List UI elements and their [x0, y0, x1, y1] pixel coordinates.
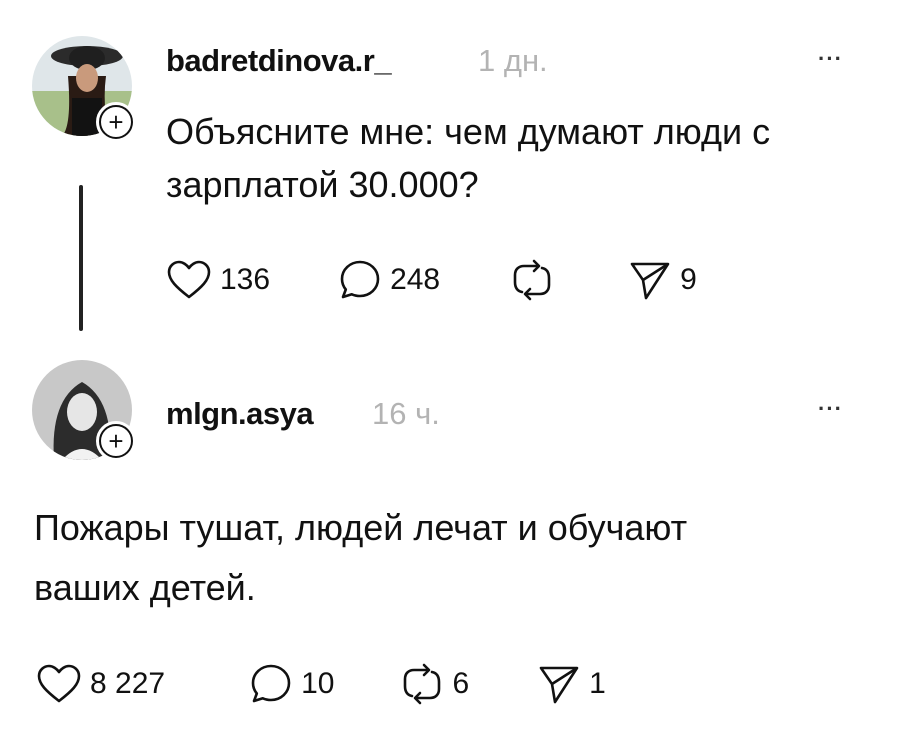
repost-button[interactable]: 6 [400, 662, 469, 706]
more-icon[interactable]: ··· [818, 46, 843, 72]
heart-icon [167, 260, 211, 299]
post-text-line-2: зарплатой 30.000? [166, 164, 479, 205]
heart-icon [37, 664, 81, 703]
post-1: + badretdinova.r_ 1 дн. ··· Объясните мн… [0, 0, 900, 340]
username[interactable]: badretdinova.r_ [166, 43, 392, 79]
username[interactable]: mlgn.asya [166, 396, 314, 432]
actions-bar: 8 227 10 6 1 [36, 662, 606, 706]
timestamp: 16 ч. [372, 396, 440, 431]
thread-line [79, 185, 83, 331]
comment-button[interactable]: 248 [338, 258, 440, 302]
share-count: 9 [680, 263, 697, 296]
post-2: + mlgn.asya 16 ч. ··· Пожары тушат, люде… [0, 340, 900, 734]
comment-button[interactable]: 10 [249, 662, 334, 706]
send-icon [539, 666, 579, 704]
comment-count: 10 [301, 667, 335, 700]
plus-icon: + [99, 105, 133, 139]
like-count: 8 227 [90, 667, 166, 700]
like-button[interactable]: 8 227 [36, 663, 165, 705]
comment-icon [251, 664, 291, 703]
timestamp: 1 дн. [478, 43, 548, 78]
comment-icon [340, 260, 380, 299]
like-button[interactable]: 136 [166, 259, 270, 301]
share-button[interactable]: 1 [537, 662, 606, 706]
post-text-line-2: ваших детей. [34, 567, 256, 608]
send-icon [630, 262, 670, 300]
follow-button[interactable]: + [96, 421, 136, 461]
post-text-line-1: Объясните мне: чем думают люди с [166, 111, 771, 152]
comment-count: 248 [390, 263, 441, 296]
like-count: 136 [220, 263, 271, 296]
repost-icon [513, 259, 551, 301]
share-button[interactable]: 9 [628, 258, 697, 302]
repost-count: 6 [452, 667, 470, 700]
share-count: 1 [589, 667, 606, 700]
post-text-line-1: Пожары тушат, людей лечат и обучают [34, 507, 688, 548]
follow-button[interactable]: + [96, 102, 136, 142]
repost-icon [404, 663, 441, 705]
plus-icon: + [99, 424, 133, 458]
more-icon[interactable]: ··· [818, 396, 843, 422]
actions-bar: 136 248 9 [166, 258, 697, 302]
repost-button[interactable] [510, 258, 554, 302]
